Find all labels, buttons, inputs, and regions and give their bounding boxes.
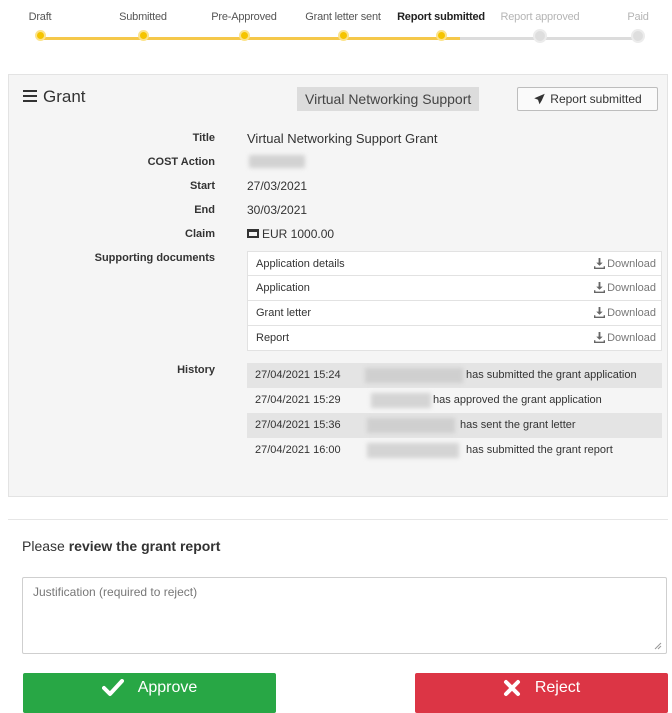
download-label: Download [607, 282, 656, 294]
document-name: Application [256, 282, 310, 294]
history-row: 27/04/2021 15:24 has submitted the grant… [247, 363, 662, 388]
step-dot-icon [533, 29, 547, 43]
grant-type-badge: Virtual Networking Support [297, 87, 480, 111]
grant-card: Grant Virtual Networking Support Report … [8, 74, 668, 497]
step-label: Grant letter sent [305, 11, 381, 23]
claim-label: Claim [185, 228, 215, 240]
download-icon [594, 257, 606, 269]
download-label: Download [607, 307, 656, 319]
history-user-redacted [367, 443, 459, 458]
start-value: 27/03/2021 [247, 179, 308, 193]
review-heading-emphasis: review the grant report [68, 538, 221, 554]
history-action: has sent the grant letter [460, 419, 576, 431]
review-heading-prefix: Please [22, 538, 65, 554]
step-label: Draft [28, 11, 52, 23]
document-name: Application details [256, 258, 345, 270]
card-title: Grant [43, 87, 86, 106]
download-link[interactable]: Download [594, 257, 656, 270]
claim-value: EUR 1000.00 [247, 227, 334, 241]
document-name: Report [256, 332, 290, 344]
step-submitted: Submitted [93, 6, 193, 41]
step-report-submitted: Report submitted [391, 6, 491, 41]
close-icon [503, 680, 520, 696]
claim-amount: EUR 1000.00 [262, 227, 335, 241]
history-action: has approved the grant application [433, 394, 602, 406]
download-label: Download [607, 258, 656, 270]
document-row: Application Download [247, 276, 662, 301]
end-label: End [194, 204, 215, 216]
paper-plane-icon [534, 93, 546, 105]
download-link[interactable]: Download [594, 331, 656, 344]
step-pre-approved: Pre-Approved [194, 6, 294, 41]
step-dot-icon [435, 30, 447, 41]
history-action: has submitted the grant report [466, 444, 613, 456]
download-link[interactable]: Download [594, 281, 656, 294]
step-label: Report approved [500, 11, 580, 23]
title-label: Title [192, 132, 215, 144]
step-dot-icon [337, 30, 349, 41]
reject-button[interactable]: Reject [415, 673, 668, 713]
resize-grip-icon[interactable] [654, 642, 662, 650]
checkmark-icon [101, 679, 124, 696]
download-icon [594, 281, 606, 293]
history-action: has submitted the grant application [466, 369, 637, 381]
progress-stepper: Draft Submitted Pre-Approved Grant lette… [18, 6, 668, 48]
status-button[interactable]: Report submitted [517, 87, 658, 111]
step-label: Submitted [119, 11, 167, 23]
history-user-redacted [365, 368, 463, 383]
credit-card-icon [247, 229, 259, 239]
cost-action-label: COST Action [147, 156, 215, 168]
document-name: Grant letter [256, 307, 312, 319]
step-report-approved: Report approved [490, 6, 590, 43]
cost-action-value-redacted [249, 155, 305, 168]
download-link[interactable]: Download [594, 306, 656, 319]
history-row: 27/04/2021 15:29 has approved the grant … [247, 388, 662, 413]
history-label: History [177, 364, 215, 376]
history-timestamp: 27/04/2021 15:24 [255, 369, 341, 381]
reject-label: Reject [534, 679, 581, 696]
history-row: 27/04/2021 16:00 has submitted the grant… [247, 438, 662, 463]
end-value: 30/03/2021 [247, 203, 308, 217]
history-user-redacted [371, 393, 431, 408]
approve-button[interactable]: Approve [23, 673, 276, 713]
step-dot-icon [34, 30, 46, 41]
review-heading: Please review the grant report [22, 538, 220, 554]
step-label: Pre-Approved [211, 11, 277, 23]
download-label: Download [607, 332, 656, 344]
step-label: Report submitted [397, 11, 485, 23]
document-row: Application details Download [247, 251, 662, 276]
title-value: Virtual Networking Support Grant [247, 131, 438, 146]
approve-label: Approve [137, 679, 198, 696]
step-draft: Draft [0, 6, 90, 41]
history-list: 27/04/2021 15:24 has submitted the grant… [247, 363, 662, 463]
download-icon [594, 306, 606, 318]
justification-input[interactable] [22, 577, 667, 654]
step-paid: Paid [588, 6, 672, 43]
step-grant-letter-sent: Grant letter sent [293, 6, 393, 41]
document-row: Report Download [247, 326, 662, 351]
history-timestamp: 27/04/2021 15:29 [255, 394, 341, 406]
section-divider [8, 519, 668, 520]
step-dot-icon [631, 29, 645, 43]
supporting-documents-label: Supporting documents [94, 252, 215, 264]
status-label: Report submitted [550, 92, 642, 106]
history-user-redacted [367, 418, 455, 433]
history-timestamp: 27/04/2021 16:00 [255, 444, 341, 456]
history-row: 27/04/2021 15:36 has sent the grant lett… [247, 413, 662, 438]
document-row: Grant letter Download [247, 301, 662, 326]
history-timestamp: 27/04/2021 15:36 [255, 419, 341, 431]
documents-table: Application details Download Application… [247, 251, 662, 351]
card-header: Grant Virtual Networking Support Report … [9, 75, 667, 123]
step-dot-icon [137, 30, 149, 41]
step-dot-icon [238, 30, 250, 41]
step-label: Paid [627, 11, 649, 23]
menu-icon[interactable] [23, 90, 37, 102]
start-label: Start [189, 180, 215, 192]
download-icon [594, 331, 606, 343]
